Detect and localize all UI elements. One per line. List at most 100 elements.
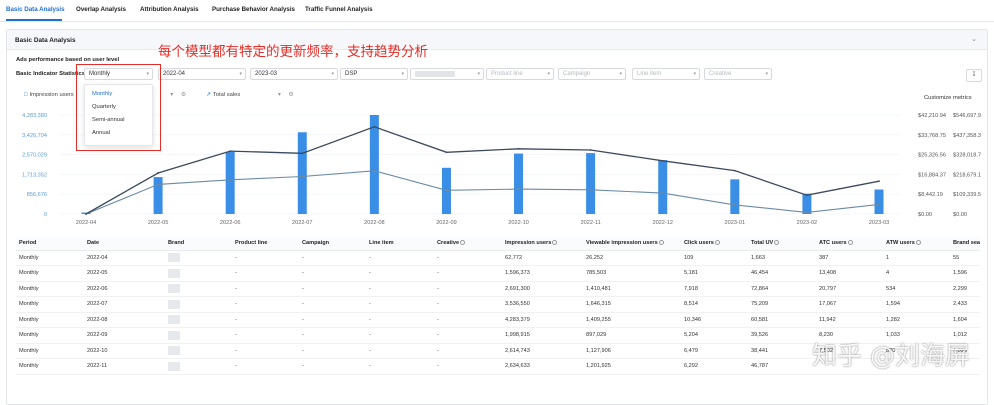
left-tick-label: 2,570,029: [22, 153, 47, 159]
table-cell: Monthly: [16, 343, 84, 359]
column-header-label: Brand sear: [953, 240, 980, 247]
table-cell: -: [366, 312, 434, 328]
right-tick-label-b: $0.00: [953, 212, 967, 218]
table-cell: 897,029: [583, 327, 681, 344]
column-header[interactable]: ATC users: [816, 237, 883, 251]
column-header[interactable]: Product line: [232, 237, 299, 251]
bar-impression-users: [225, 151, 235, 214]
info-icon[interactable]: [460, 240, 466, 246]
table-cell: -: [299, 296, 366, 313]
table-cell: 1,127,906: [583, 343, 681, 359]
table-cell: 109: [681, 250, 748, 266]
right-tick-label-a: $0.00: [918, 212, 932, 218]
right-tick-label-a: $16,884.37: [918, 172, 946, 178]
column-header[interactable]: Brand: [165, 237, 232, 251]
table-cell: -: [232, 281, 299, 297]
table-row: Monthly 2022-07- - - -3,536,550 1,646,315 8,51…: [16, 296, 980, 313]
column-header-label: Brand: [168, 240, 185, 247]
column-header-label: ATW users: [886, 240, 915, 247]
info-icon[interactable]: [552, 240, 558, 246]
line-point: [806, 211, 808, 214]
brand-redacted: [168, 299, 180, 309]
table-cell: -: [434, 358, 502, 375]
table-cell: -: [434, 265, 502, 282]
bar-impression-users: [369, 115, 379, 214]
bar-impression-users: [730, 179, 740, 214]
line-point: [733, 203, 736, 206]
left-tick-label: 3,426,704: [22, 133, 47, 139]
right-tick-label-b: $546,697.9: [953, 113, 981, 119]
table-cell: 5,204: [681, 327, 748, 344]
table-cell: 11,942: [816, 312, 883, 328]
chart-bars: [81, 115, 884, 214]
line-point: [517, 188, 520, 191]
line-point: [517, 147, 520, 150]
left-tick-label: 0: [44, 212, 47, 218]
table-cell: -: [232, 265, 299, 282]
column-header-label: Click users: [684, 240, 714, 247]
right-tick-label-a: $33,768.75: [918, 133, 946, 139]
line-point: [806, 194, 808, 197]
table-cell: -: [232, 312, 299, 328]
table-cell: 2,691,300: [502, 281, 583, 297]
x-tick-label: 2022-12: [652, 220, 673, 226]
table-cell: 4,283,379: [502, 312, 583, 328]
table-cell: 2022-07: [84, 296, 165, 313]
column-header-label: Total UV: [751, 240, 774, 247]
column-header[interactable]: Period: [16, 237, 84, 251]
right-tick-label-a: $25,326.56: [918, 153, 946, 159]
table-cell: 7,918: [681, 281, 748, 297]
column-header[interactable]: Campaign: [299, 237, 366, 251]
x-tick-label: 2023-01: [725, 220, 746, 226]
column-header[interactable]: Line item: [366, 237, 434, 251]
info-icon[interactable]: [847, 240, 853, 246]
brand-redacted: [168, 315, 180, 325]
column-header-label: Impression users: [505, 240, 552, 247]
info-icon[interactable]: [714, 240, 720, 246]
table-cell: [165, 343, 232, 359]
chart-lines: [85, 125, 880, 215]
table-cell: 2,634,633: [502, 358, 583, 375]
table-cell: 60,581: [748, 312, 816, 328]
table-cell: 6,292: [681, 358, 748, 375]
column-header-label: Date: [87, 240, 100, 247]
bar-impression-users: [658, 160, 668, 214]
table-cell: Monthly: [16, 250, 84, 266]
column-header[interactable]: Impression users: [502, 237, 583, 251]
column-header[interactable]: Creative: [434, 237, 502, 251]
table-cell: 39,526: [748, 327, 816, 344]
bar-impression-users: [874, 189, 884, 214]
right-tick-label-a: $42,210.94: [918, 113, 946, 119]
table-cell: 13,408: [816, 265, 883, 282]
table-cell: 534: [883, 281, 950, 297]
column-header[interactable]: Viewable impression users: [583, 237, 681, 251]
table-cell: -: [232, 250, 299, 266]
column-header[interactable]: Total UV: [748, 237, 816, 251]
info-icon[interactable]: [658, 240, 664, 246]
table-cell: 1,998,915: [502, 327, 583, 344]
column-header[interactable]: Click users: [681, 237, 748, 251]
table-cell: -: [366, 327, 434, 344]
left-tick-label: 1,713,352: [22, 172, 47, 178]
line-point: [301, 175, 304, 178]
table-cell: 17,067: [816, 296, 883, 313]
table-cell: -: [434, 327, 502, 344]
column-header[interactable]: ATW users: [883, 237, 950, 251]
info-icon[interactable]: [774, 240, 780, 246]
table-cell: 1: [883, 250, 950, 266]
table-cell: -: [366, 281, 434, 297]
table-cell: 2022-04: [84, 250, 165, 266]
right-tick-label-b: $328,018.7: [953, 153, 981, 159]
table-cell: 2022-11: [84, 358, 165, 375]
table-cell: Monthly: [16, 327, 84, 344]
column-header-label: Product line: [235, 240, 268, 247]
annotation-highlight-box: [76, 64, 161, 151]
x-tick-label: 2022-07: [292, 220, 313, 226]
table-cell: -: [299, 312, 366, 328]
column-header[interactable]: Date: [84, 237, 165, 251]
brand-redacted: [168, 253, 180, 263]
bar-impression-users: [586, 153, 596, 214]
table-cell: 20,797: [816, 281, 883, 297]
column-header[interactable]: Brand sear: [950, 237, 980, 251]
info-icon[interactable]: [915, 240, 921, 246]
